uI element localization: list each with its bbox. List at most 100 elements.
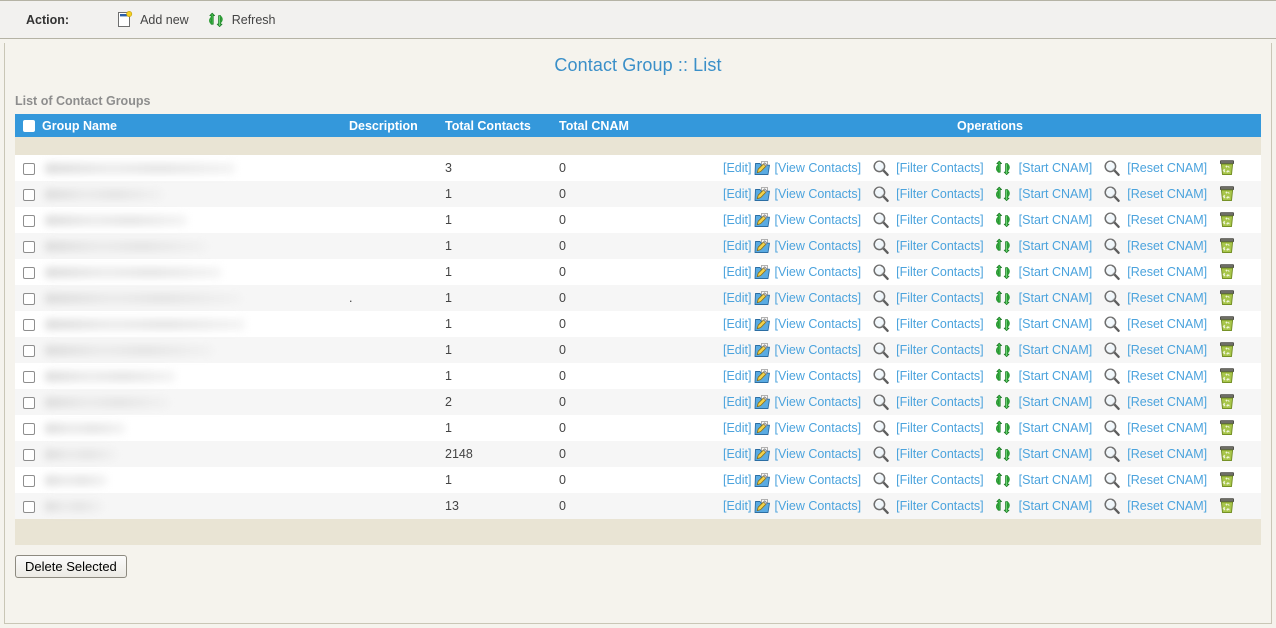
magnifier-icon[interactable] (1102, 471, 1121, 490)
edit-link[interactable]: [Edit] (723, 499, 752, 513)
recycle-bin-icon[interactable] (1217, 419, 1236, 438)
refresh-arrows-icon[interactable] (994, 289, 1013, 308)
start-cnam-link[interactable]: [Start CNAM] (1019, 473, 1093, 487)
refresh-arrows-icon[interactable] (994, 341, 1013, 360)
filter-contacts-link[interactable]: [Filter Contacts] (896, 187, 984, 201)
view-contacts-link[interactable]: [View Contacts] (775, 369, 862, 383)
reset-cnam-link[interactable]: [Reset CNAM] (1127, 395, 1207, 409)
recycle-bin-icon[interactable] (1217, 315, 1236, 334)
row-select-checkbox[interactable] (22, 318, 35, 331)
view-contacts-link[interactable]: [View Contacts] (775, 499, 862, 513)
row-select-checkbox[interactable] (22, 266, 35, 279)
reset-cnam-link[interactable]: [Reset CNAM] (1127, 343, 1207, 357)
reset-cnam-link[interactable]: [Reset CNAM] (1127, 187, 1207, 201)
edit-link[interactable]: [Edit] (723, 317, 752, 331)
header-total-cnam[interactable]: Total CNAM (559, 114, 719, 137)
refresh-arrows-icon[interactable] (994, 471, 1013, 490)
filter-contacts-link[interactable]: [Filter Contacts] (896, 473, 984, 487)
recycle-bin-icon[interactable] (1217, 393, 1236, 412)
refresh-arrows-icon[interactable] (994, 315, 1013, 334)
row-select-checkbox[interactable] (22, 396, 35, 409)
recycle-bin-icon[interactable] (1217, 185, 1236, 204)
refresh-arrows-icon[interactable] (994, 185, 1013, 204)
refresh-arrows-icon[interactable] (994, 393, 1013, 412)
filter-contacts-link[interactable]: [Filter Contacts] (896, 239, 984, 253)
magnifier-icon[interactable] (871, 315, 890, 334)
view-contacts-link[interactable]: [View Contacts] (775, 317, 862, 331)
magnifier-icon[interactable] (871, 445, 890, 464)
view-contacts-link[interactable]: [View Contacts] (775, 473, 862, 487)
row-select-checkbox[interactable] (22, 162, 35, 175)
magnifier-icon[interactable] (1102, 367, 1121, 386)
filter-contacts-link[interactable]: [Filter Contacts] (896, 291, 984, 305)
row-select-checkbox[interactable] (22, 448, 35, 461)
view-contacts-link[interactable]: [View Contacts] (775, 395, 862, 409)
filter-contacts-link[interactable]: [Filter Contacts] (896, 317, 984, 331)
row-select-checkbox[interactable] (22, 422, 35, 435)
add-new-button[interactable]: Add new (113, 10, 189, 29)
edit-link[interactable]: [Edit] (723, 187, 752, 201)
reset-cnam-link[interactable]: [Reset CNAM] (1127, 447, 1207, 461)
edit-link[interactable]: [Edit] (723, 291, 752, 305)
magnifier-icon[interactable] (871, 211, 890, 230)
row-select-checkbox[interactable] (22, 500, 35, 513)
reset-cnam-link[interactable]: [Reset CNAM] (1127, 369, 1207, 383)
magnifier-icon[interactable] (1102, 419, 1121, 438)
refresh-arrows-icon[interactable] (994, 159, 1013, 178)
start-cnam-link[interactable]: [Start CNAM] (1019, 265, 1093, 279)
header-description[interactable]: Description (349, 114, 445, 137)
recycle-bin-icon[interactable] (1217, 211, 1236, 230)
filter-contacts-link[interactable]: [Filter Contacts] (896, 213, 984, 227)
start-cnam-link[interactable]: [Start CNAM] (1019, 499, 1093, 513)
edit-link[interactable]: [Edit] (723, 395, 752, 409)
folder-edit-icon[interactable] (754, 185, 773, 204)
row-select-checkbox[interactable] (22, 214, 35, 227)
start-cnam-link[interactable]: [Start CNAM] (1019, 343, 1093, 357)
magnifier-icon[interactable] (871, 289, 890, 308)
view-contacts-link[interactable]: [View Contacts] (775, 213, 862, 227)
filter-contacts-link[interactable]: [Filter Contacts] (896, 499, 984, 513)
row-select-checkbox[interactable] (22, 474, 35, 487)
row-select-checkbox[interactable] (22, 370, 35, 383)
reset-cnam-link[interactable]: [Reset CNAM] (1127, 161, 1207, 175)
reset-cnam-link[interactable]: [Reset CNAM] (1127, 499, 1207, 513)
magnifier-icon[interactable] (871, 185, 890, 204)
header-total-contacts[interactable]: Total Contacts (445, 114, 559, 137)
edit-link[interactable]: [Edit] (723, 369, 752, 383)
reset-cnam-link[interactable]: [Reset CNAM] (1127, 317, 1207, 331)
edit-link[interactable]: [Edit] (723, 421, 752, 435)
edit-link[interactable]: [Edit] (723, 343, 752, 357)
start-cnam-link[interactable]: [Start CNAM] (1019, 369, 1093, 383)
edit-link[interactable]: [Edit] (723, 447, 752, 461)
folder-edit-icon[interactable] (754, 341, 773, 360)
start-cnam-link[interactable]: [Start CNAM] (1019, 187, 1093, 201)
row-select-checkbox[interactable] (22, 292, 35, 305)
delete-selected-button[interactable]: Delete Selected (15, 555, 127, 578)
folder-edit-icon[interactable] (754, 419, 773, 438)
folder-edit-icon[interactable] (754, 367, 773, 386)
edit-link[interactable]: [Edit] (723, 213, 752, 227)
start-cnam-link[interactable]: [Start CNAM] (1019, 317, 1093, 331)
folder-edit-icon[interactable] (754, 289, 773, 308)
refresh-arrows-icon[interactable] (994, 445, 1013, 464)
folder-edit-icon[interactable] (754, 159, 773, 178)
magnifier-icon[interactable] (871, 471, 890, 490)
filter-contacts-link[interactable]: [Filter Contacts] (896, 265, 984, 279)
select-all-checkbox[interactable] (22, 120, 35, 133)
view-contacts-link[interactable]: [View Contacts] (775, 291, 862, 305)
folder-edit-icon[interactable] (754, 315, 773, 334)
start-cnam-link[interactable]: [Start CNAM] (1019, 213, 1093, 227)
folder-edit-icon[interactable] (754, 237, 773, 256)
folder-edit-icon[interactable] (754, 497, 773, 516)
refresh-button[interactable]: Refresh (205, 10, 276, 29)
folder-edit-icon[interactable] (754, 211, 773, 230)
refresh-arrows-icon[interactable] (994, 367, 1013, 386)
row-select-checkbox[interactable] (22, 188, 35, 201)
filter-contacts-link[interactable]: [Filter Contacts] (896, 369, 984, 383)
recycle-bin-icon[interactable] (1217, 445, 1236, 464)
edit-link[interactable]: [Edit] (723, 239, 752, 253)
reset-cnam-link[interactable]: [Reset CNAM] (1127, 213, 1207, 227)
magnifier-icon[interactable] (871, 393, 890, 412)
magnifier-icon[interactable] (1102, 341, 1121, 360)
view-contacts-link[interactable]: [View Contacts] (775, 239, 862, 253)
